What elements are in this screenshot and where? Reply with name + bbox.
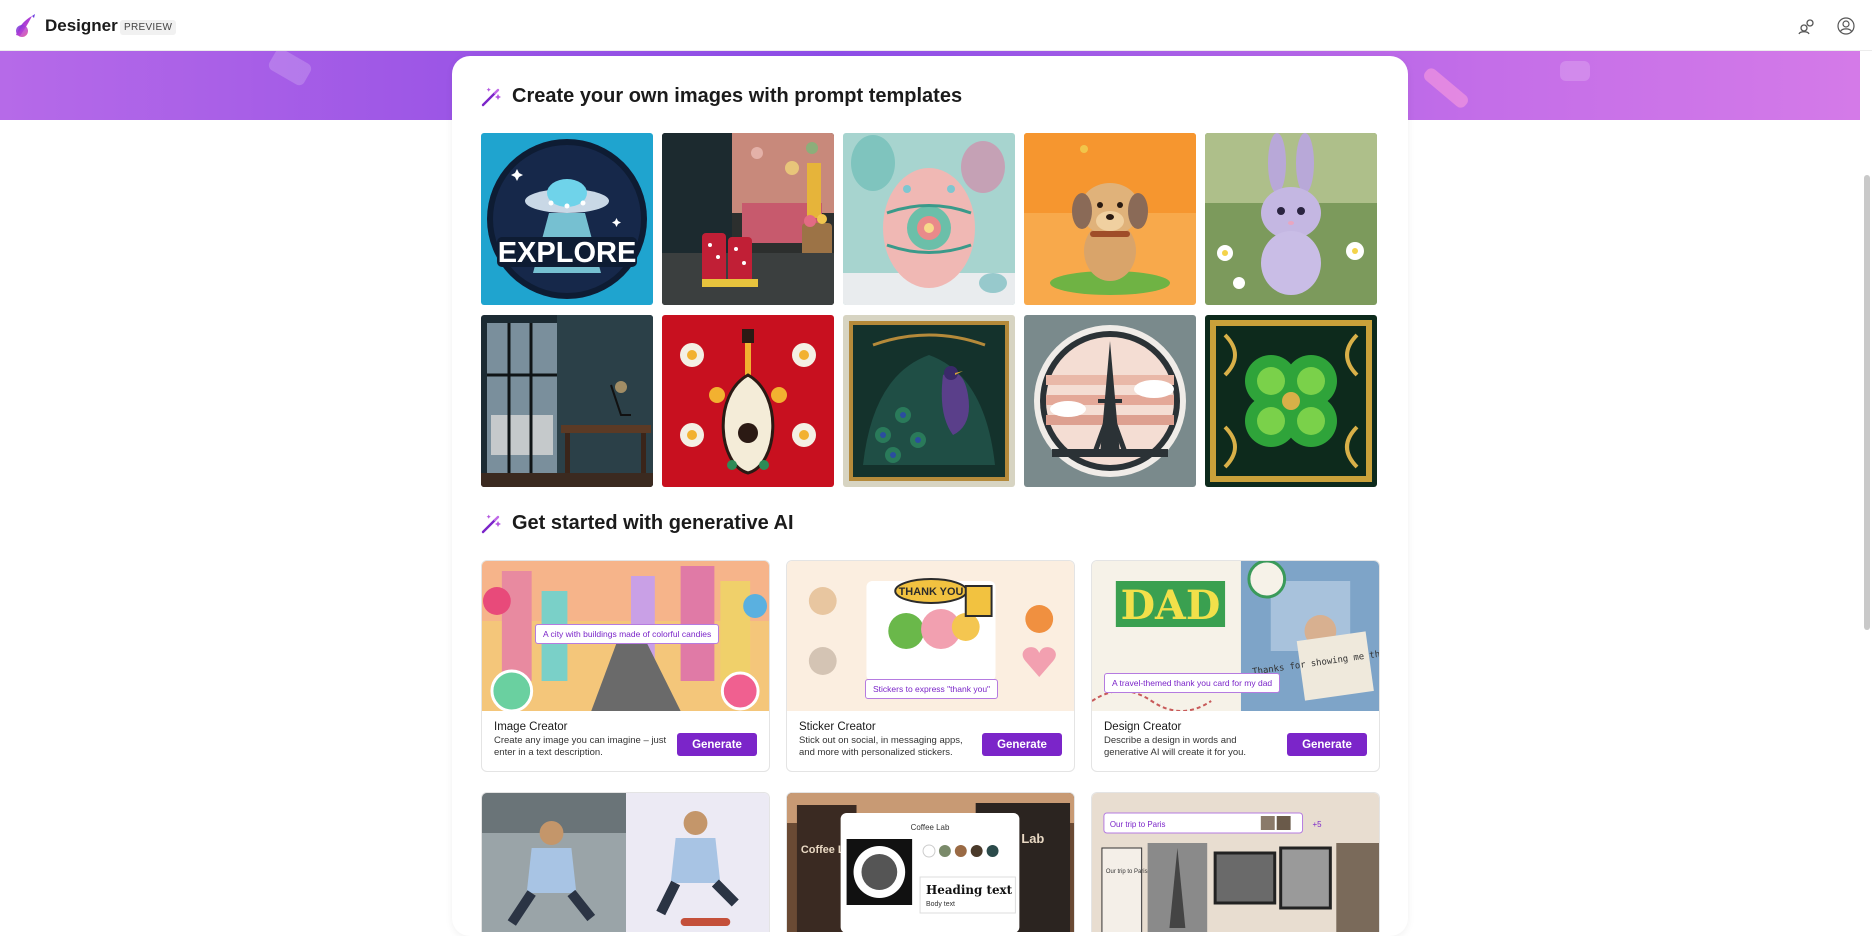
template-tile-peacock[interactable] xyxy=(843,315,1015,487)
image-creator-desc: Create any image you can imagine – just … xyxy=(494,735,667,758)
design-creator-name: Design Creator xyxy=(1104,721,1182,733)
main-card: Create your own images with prompt templ… xyxy=(452,56,1408,936)
template-tile-eiffel[interactable] xyxy=(1024,315,1196,487)
generative-heading: Get started with generative AI xyxy=(512,512,794,534)
wand-icon xyxy=(481,514,501,533)
template-tile-clover[interactable] xyxy=(1205,315,1377,487)
sticker-creator-desc: Stick out on social, in messaging apps, … xyxy=(799,735,963,758)
account-icon[interactable] xyxy=(1834,14,1858,38)
vertical-scrollbar[interactable] xyxy=(1864,175,1870,630)
explore-text: EXPLORE xyxy=(498,237,637,269)
top-bar: Designer PREVIEW xyxy=(0,0,1872,51)
image-prompt-box: A city with buildings made of colorful c… xyxy=(535,624,720,644)
templates-heading: Create your own images with prompt templ… xyxy=(512,85,963,107)
templates-section-title: Create your own images with prompt templ… xyxy=(480,85,962,108)
background-removal-card[interactable] xyxy=(481,792,770,932)
brand-name-text: Coffee Lab xyxy=(911,823,950,832)
collage-card[interactable]: Our trip to Paris +5 Our trip to Paris xyxy=(1091,792,1380,932)
app-name: Designer xyxy=(45,16,118,35)
designer-logo-icon[interactable] xyxy=(12,13,38,39)
image-creator-generate-button[interactable]: Generate xyxy=(677,733,757,756)
design-creator-card[interactable]: DAD Thanks for showing me the world. A t… xyxy=(1091,560,1380,772)
lab-right-text: Lab xyxy=(1021,831,1044,846)
template-tile-bunny[interactable] xyxy=(1205,133,1377,305)
collage-more-text: +5 xyxy=(1312,820,1322,829)
wand-icon xyxy=(481,87,501,106)
template-tile-boots[interactable] xyxy=(662,133,834,305)
sticker-creator-generate-button[interactable]: Generate xyxy=(982,733,1062,756)
preview-badge: PREVIEW xyxy=(120,20,177,35)
body-sample-text: Body text xyxy=(926,901,955,908)
brand-kit-card[interactable]: Coffee Lab Lab Coffee Lab Heading text B… xyxy=(786,792,1075,932)
thank-you-sticker-text: THANK YOU xyxy=(899,586,964,598)
design-creator-desc: Describe a design in words and generativ… xyxy=(1104,735,1247,758)
template-grid: EXPLORE xyxy=(481,133,1379,487)
template-tile-lute[interactable] xyxy=(662,315,834,487)
template-tile-puppy[interactable] xyxy=(1024,133,1196,305)
generative-cards: A city with buildings made of colorful c… xyxy=(481,560,1380,932)
dad-text: DAD xyxy=(1121,583,1221,629)
share-icon[interactable] xyxy=(1795,14,1819,38)
design-creator-generate-button[interactable]: Generate xyxy=(1287,733,1367,756)
image-creator-card[interactable]: A city with buildings made of colorful c… xyxy=(481,560,770,772)
sticker-creator-name: Sticker Creator xyxy=(799,721,876,733)
collage-prompt-text: Our trip to Paris xyxy=(1110,820,1166,829)
sticker-prompt-box: Stickers to express "thank you" xyxy=(865,679,999,699)
collage-card-text: Our trip to Paris xyxy=(1106,869,1148,875)
template-tile-office[interactable] xyxy=(481,315,653,487)
design-prompt-box: A travel-themed thank you card for my da… xyxy=(1104,673,1281,693)
template-tile-explore[interactable]: EXPLORE xyxy=(481,133,653,305)
template-tile-easter-egg[interactable] xyxy=(843,133,1015,305)
sticker-creator-card[interactable]: THANK YOU Stickers to express "thank you… xyxy=(786,560,1075,772)
image-creator-name: Image Creator xyxy=(494,721,568,733)
generative-section-title: Get started with generative AI xyxy=(480,512,794,535)
heading-sample-text: Heading text xyxy=(926,883,1013,897)
